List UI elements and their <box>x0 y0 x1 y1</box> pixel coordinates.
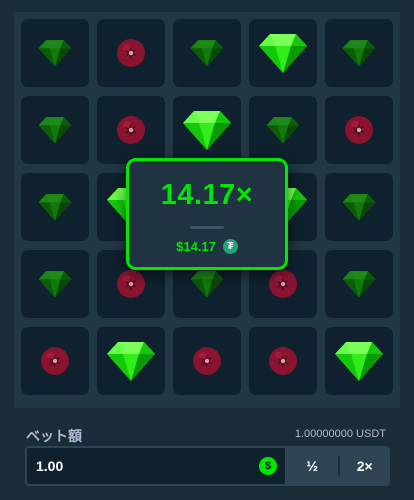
gem-icon <box>38 271 72 298</box>
win-amount-row: $14.17 ₮ <box>129 239 285 254</box>
popup-divider <box>190 226 224 229</box>
win-multiplier: 14.17× <box>160 179 254 211</box>
gem-icon <box>342 194 376 221</box>
tile-gem-revealed[interactable] <box>249 19 317 87</box>
gem-icon <box>342 271 376 298</box>
tile-gem[interactable] <box>21 96 89 164</box>
tile-mine[interactable] <box>97 19 165 87</box>
gem-icon <box>38 194 72 221</box>
tile-mine[interactable] <box>21 327 89 395</box>
gem-icon <box>342 40 376 67</box>
gem-icon <box>190 271 224 298</box>
tile-gem[interactable] <box>325 173 393 241</box>
gem-icon <box>335 342 383 381</box>
bet-amount-value: 1.00 <box>36 458 64 474</box>
bet-control: 1.00 $ ½ 2× <box>25 446 390 486</box>
tile-gem-revealed[interactable] <box>173 96 241 164</box>
mine-icon <box>345 116 373 144</box>
tile-gem-revealed[interactable] <box>325 327 393 395</box>
mine-icon <box>41 347 69 375</box>
bet-amount-label: ベット額 <box>26 428 82 444</box>
mine-icon <box>117 116 145 144</box>
tile-gem[interactable] <box>325 250 393 318</box>
tile-gem[interactable] <box>325 19 393 87</box>
mine-icon <box>269 270 297 298</box>
mine-icon <box>117 39 145 67</box>
win-popup: 14.17× $14.17 ₮ <box>126 158 288 270</box>
gem-icon <box>259 34 307 73</box>
tile-gem[interactable] <box>21 173 89 241</box>
tile-gem[interactable] <box>249 96 317 164</box>
tile-gem[interactable] <box>173 19 241 87</box>
gem-icon <box>38 40 72 67</box>
double-bet-button[interactable]: 2× <box>340 446 391 486</box>
gem-icon <box>38 117 72 144</box>
dollar-coin-icon: $ <box>259 457 277 475</box>
tile-mine[interactable] <box>249 327 317 395</box>
tile-gem[interactable] <box>21 250 89 318</box>
tile-gem-revealed[interactable] <box>97 327 165 395</box>
gem-icon <box>107 342 155 381</box>
tile-mine[interactable] <box>173 327 241 395</box>
tile-gem[interactable] <box>21 19 89 87</box>
mine-icon <box>269 347 297 375</box>
gem-icon <box>183 111 231 150</box>
gem-icon <box>266 117 300 144</box>
win-amount: $14.17 <box>176 239 216 254</box>
tile-mine[interactable] <box>325 96 393 164</box>
bet-amount-input[interactable]: 1.00 $ <box>25 446 287 486</box>
half-bet-button[interactable]: ½ <box>287 446 338 486</box>
gem-icon <box>190 40 224 67</box>
tether-icon: ₮ <box>222 239 238 254</box>
mine-icon <box>193 347 221 375</box>
tile-mine[interactable] <box>97 96 165 164</box>
mine-icon <box>117 270 145 298</box>
bet-balance: 1.00000000 USDT <box>294 428 386 440</box>
